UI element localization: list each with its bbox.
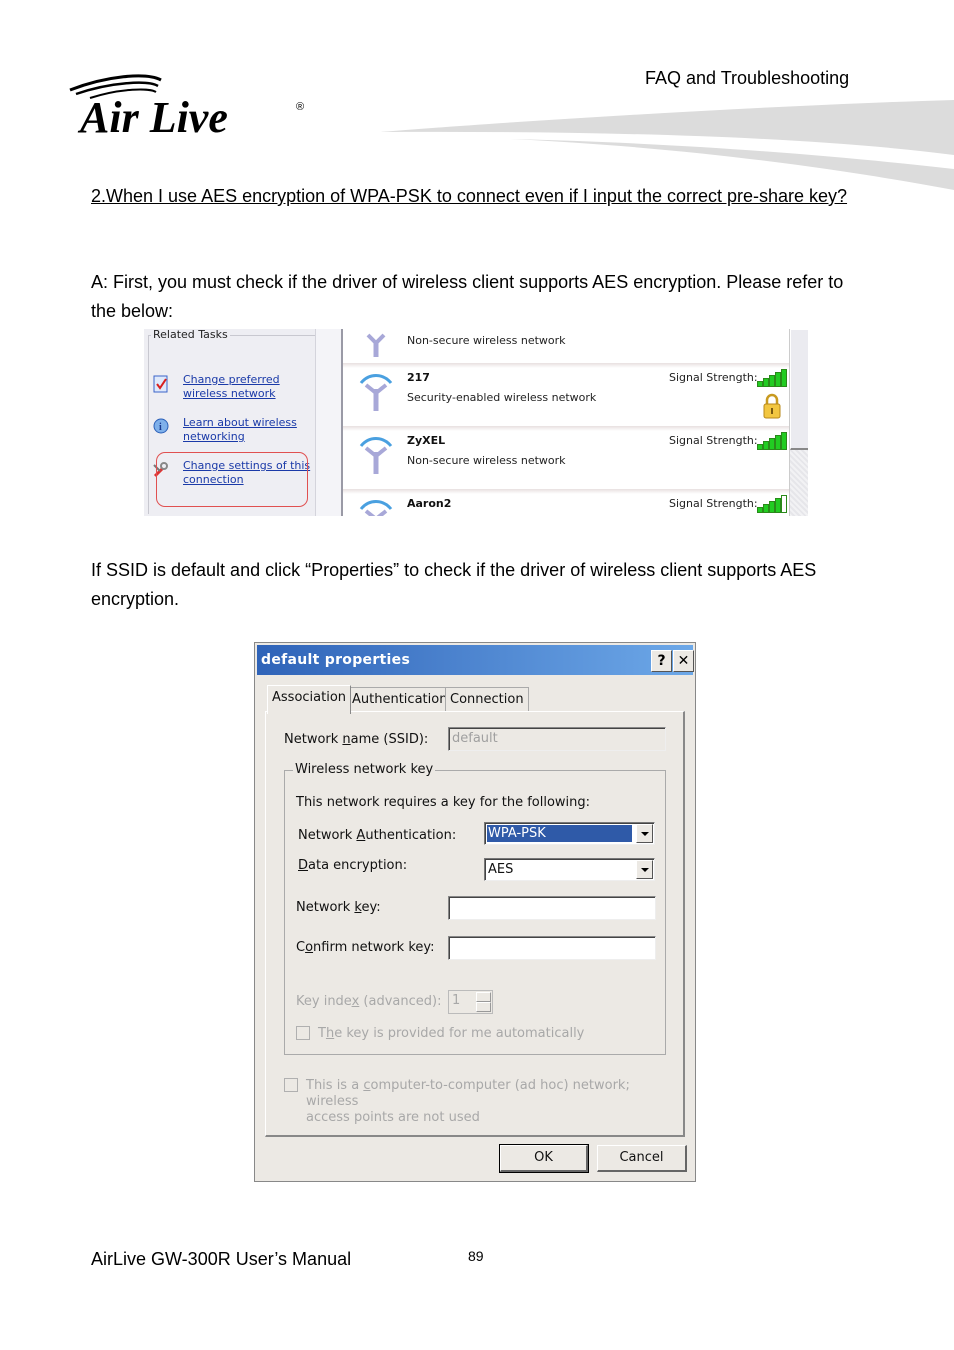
spin-up-button[interactable] xyxy=(476,992,491,1002)
manual-title: AirLive GW-300R User’s Manual xyxy=(91,1249,352,1269)
page-number: 89 xyxy=(468,1248,484,1264)
signal-label: Signal Strength: xyxy=(669,497,758,510)
airlive-logo: Air Live ® xyxy=(69,74,304,138)
checklist-icon xyxy=(153,375,168,393)
svg-text:i: i xyxy=(159,422,162,433)
network-name: ZyXEL xyxy=(407,434,446,447)
association-panel: Network name (SSID): default Wireless ne… xyxy=(265,711,685,1137)
tab-association[interactable]: Association xyxy=(267,685,352,714)
task-link[interactable]: Change preferred wireless network xyxy=(183,373,313,401)
network-authentication-select[interactable]: WPA-PSK xyxy=(484,822,655,845)
instruction-text: If SSID is default and click “Properties… xyxy=(91,560,817,609)
requires-key-text: This network requires a key for the foll… xyxy=(296,795,591,810)
network-key-label: Network key: xyxy=(296,900,381,915)
signal-bar xyxy=(781,432,787,450)
faq-answer: A: First, you must check if the driver o… xyxy=(91,272,844,321)
auto-key-checkbox[interactable] xyxy=(296,1026,310,1040)
task-link[interactable]: Learn about wireless networking xyxy=(183,416,313,444)
faq-question: 2.When I use AES encryption of WPA-PSK t… xyxy=(91,186,848,206)
signal-strength-icon xyxy=(757,369,789,387)
network-name: Aaron2 xyxy=(407,497,452,510)
signal-strength-icon xyxy=(757,432,789,450)
signal-label: Signal Strength: xyxy=(669,371,758,384)
ok-button[interactable]: OK xyxy=(499,1144,589,1173)
dialog-title: default properties xyxy=(261,652,411,668)
auto-key-label: The key is provided for me automatically xyxy=(318,1026,585,1041)
network-item[interactable]: 217 Security-enabled wireless network Si… xyxy=(343,363,791,423)
tab-connection[interactable]: Connection xyxy=(445,687,529,712)
network-description: Non-secure wireless network xyxy=(407,454,566,467)
wireless-networks-screenshot: Related Tasks Change preferred wireless … xyxy=(144,329,808,516)
wireless-antenna-icon xyxy=(359,374,393,411)
chevron-down-icon[interactable] xyxy=(636,860,653,879)
chevron-down-icon[interactable] xyxy=(636,824,653,843)
network-item[interactable]: Aaron2 Signal Strength: xyxy=(343,489,791,516)
confirm-network-key-input[interactable] xyxy=(448,936,656,960)
svg-text:®: ® xyxy=(296,101,304,113)
scrollbar[interactable] xyxy=(789,329,808,516)
close-button[interactable]: ✕ xyxy=(673,650,694,672)
properties-dialog: default properties ? ✕ Association Authe… xyxy=(254,642,696,1182)
network-list: Non-secure wireless network 217 Security… xyxy=(341,329,791,516)
wireless-network-key-group: Wireless network key This network requir… xyxy=(284,762,666,1055)
network-name: 217 xyxy=(407,371,430,384)
network-item[interactable]: ZyXEL Non-secure wireless network Signal… xyxy=(343,426,791,486)
network-description: Security-enabled wireless network xyxy=(407,391,597,404)
auth-label: Network Authentication: xyxy=(298,828,457,843)
highlight-box xyxy=(156,452,308,507)
network-key-input[interactable] xyxy=(448,896,656,920)
scrollbar-thumb[interactable] xyxy=(790,329,808,450)
key-index-label: Key index (advanced): xyxy=(296,994,442,1009)
svg-text:Air Live: Air Live xyxy=(77,93,228,138)
encryption-label: Data encryption: xyxy=(298,858,408,873)
signal-label: Signal Strength: xyxy=(669,434,758,447)
confirm-key-label: Confirm network key: xyxy=(296,940,435,955)
data-encryption-select[interactable]: AES xyxy=(484,858,655,881)
section-title: FAQ and Troubleshooting xyxy=(645,68,850,88)
signal-bar xyxy=(781,369,787,387)
help-button[interactable]: ? xyxy=(651,650,672,672)
signal-bar xyxy=(781,495,787,513)
wireless-antenna-icon xyxy=(359,500,393,516)
key-index-value: 1 xyxy=(452,993,461,1008)
lock-icon xyxy=(763,393,781,419)
network-description: Non-secure wireless network xyxy=(407,334,566,347)
header-swoosh-decoration xyxy=(380,100,954,190)
spin-down-button[interactable] xyxy=(476,1002,491,1012)
group-title: Wireless network key xyxy=(293,762,436,777)
selected-value: WPA-PSK xyxy=(487,825,632,842)
adhoc-label: This is a computer-to-computer (ad hoc) … xyxy=(306,1078,630,1125)
info-icon: i xyxy=(153,418,169,434)
cancel-button[interactable]: Cancel xyxy=(597,1145,687,1172)
wireless-antenna-icon xyxy=(359,437,393,474)
adhoc-checkbox[interactable] xyxy=(284,1078,298,1092)
selected-value: AES xyxy=(488,862,514,877)
ssid-input[interactable]: default xyxy=(448,727,666,751)
ssid-label: Network name (SSID): xyxy=(284,732,429,747)
related-tasks-panel: Related Tasks Change preferred wireless … xyxy=(144,329,340,516)
signal-strength-icon xyxy=(757,495,789,513)
related-tasks-title: Related Tasks xyxy=(151,329,230,341)
title-bar[interactable]: default properties ? ✕ xyxy=(257,645,694,675)
key-index-stepper[interactable]: 1 xyxy=(448,990,493,1014)
tab-authentication[interactable]: Authentication xyxy=(347,687,453,712)
